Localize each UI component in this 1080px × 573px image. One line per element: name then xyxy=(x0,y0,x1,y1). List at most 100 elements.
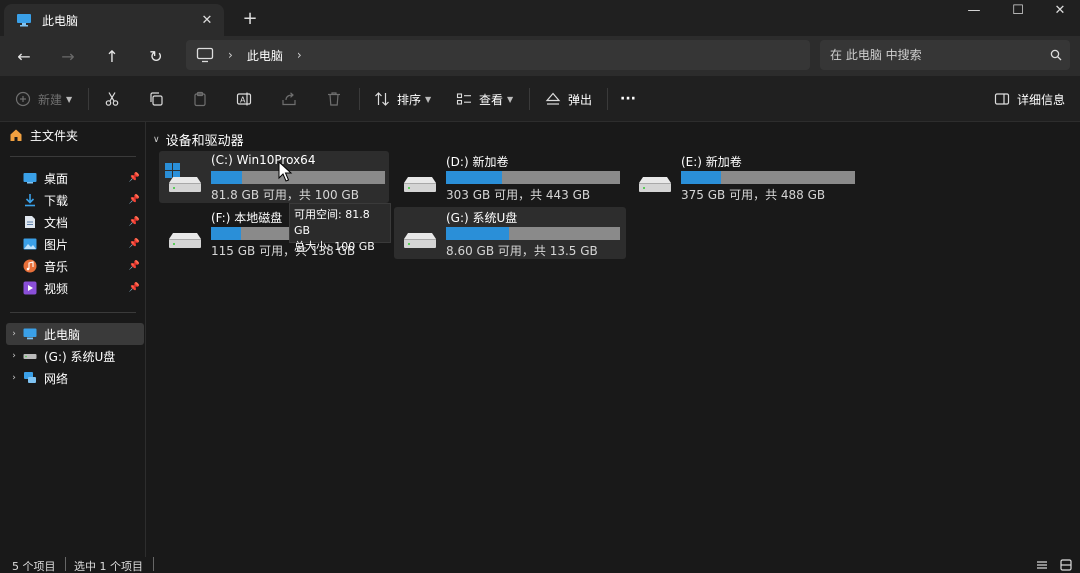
document-icon xyxy=(22,215,38,229)
sidebar-item-network[interactable]: › 网络 xyxy=(6,367,144,389)
drive-e[interactable]: (E:) 新加卷 375 GB 可用，共 488 GB xyxy=(629,151,859,203)
share-button[interactable] xyxy=(280,86,304,112)
search-input[interactable] xyxy=(830,48,1042,62)
view-button[interactable]: 查看 ▼ xyxy=(455,86,513,112)
navigation-pane: 主文件夹 桌面 📌 下载 📌 文档 📌 图片 📌 音乐 📌 视频 📌 › 此电脑… xyxy=(0,122,146,557)
windows-drive-icon xyxy=(165,163,205,192)
plus-circle-icon xyxy=(14,90,32,108)
chevron-down-icon: ▼ xyxy=(507,94,514,104)
videos-icon xyxy=(22,281,38,295)
sidebar-divider xyxy=(10,312,136,313)
drive-usage-fill xyxy=(681,171,722,184)
pin-icon[interactable]: 📌 xyxy=(129,195,140,205)
monitor-icon xyxy=(196,47,214,63)
sort-label: 排序 xyxy=(397,92,422,107)
tab-title: 此电脑 xyxy=(42,13,79,28)
sidebar-item-home[interactable]: 主文件夹 xyxy=(6,124,144,146)
sidebar-item-music[interactable]: 音乐 📌 xyxy=(6,255,144,277)
chevron-down-icon[interactable]: ∨ xyxy=(153,135,160,145)
drive-g[interactable]: (G:) 系统U盘 8.60 GB 可用，共 13.5 GB xyxy=(394,207,626,259)
sidebar-item-label: 音乐 xyxy=(44,259,69,274)
pin-icon[interactable]: 📌 xyxy=(129,173,140,183)
back-button[interactable]: ← xyxy=(10,42,38,70)
rename-button[interactable]: A xyxy=(235,86,259,112)
pin-icon[interactable]: 📌 xyxy=(129,261,140,271)
sidebar-item-label: 视频 xyxy=(44,281,69,296)
sidebar-item-desktop[interactable]: 桌面 📌 xyxy=(6,167,144,189)
toolbar-divider xyxy=(607,88,608,110)
download-icon xyxy=(22,193,38,207)
drive-name: (F:) 本地磁盘 xyxy=(211,211,283,225)
status-divider xyxy=(65,557,66,571)
network-icon xyxy=(22,371,38,385)
cut-button[interactable] xyxy=(103,86,127,112)
drive-name: (E:) 新加卷 xyxy=(681,155,742,169)
refresh-button[interactable]: ↻ xyxy=(142,42,170,70)
selection-count: 选中 1 个项目 xyxy=(74,560,143,573)
drive-usage-bar xyxy=(681,171,855,184)
pin-icon[interactable]: 📌 xyxy=(129,239,140,249)
up-button[interactable]: ↑ xyxy=(98,42,126,70)
minimize-button[interactable]: — xyxy=(952,0,996,20)
chevron-right-icon[interactable]: › xyxy=(6,329,22,339)
hard-drive-icon xyxy=(635,163,675,192)
content-pane: ∨ 设备和驱动器 (C:) Win10Prox64 81.8 GB 可用，共 1… xyxy=(147,122,1080,557)
chevron-down-icon: ▼ xyxy=(425,94,432,104)
details-label: 详细信息 xyxy=(1017,92,1066,107)
search-box[interactable] xyxy=(820,40,1070,70)
sidebar-item-documents[interactable]: 文档 📌 xyxy=(6,211,144,233)
sidebar-item-downloads[interactable]: 下载 📌 xyxy=(6,189,144,211)
sort-button[interactable]: 排序 ▼ xyxy=(373,86,431,112)
sidebar-item-label: 此电脑 xyxy=(44,327,81,342)
usb-drive-icon xyxy=(22,349,38,363)
pc-icon xyxy=(16,13,32,27)
address-bar[interactable]: › 此电脑 › xyxy=(186,40,810,70)
new-button[interactable]: 新建 ▼ xyxy=(14,86,72,112)
chevron-right-icon[interactable]: › xyxy=(6,351,22,361)
delete-button[interactable] xyxy=(325,86,349,112)
sidebar-item-label: 文档 xyxy=(44,215,69,230)
drive-name: (G:) 系统U盘 xyxy=(446,211,518,225)
copy-button[interactable] xyxy=(147,86,171,112)
status-bar: 5 个项目 选中 1 个项目 xyxy=(0,557,1080,573)
tiles-view-icon[interactable] xyxy=(1058,557,1074,573)
new-tab-button[interactable]: + xyxy=(238,6,262,30)
tab-close-button[interactable]: ✕ xyxy=(196,9,218,31)
toolbar-divider xyxy=(359,88,360,110)
toolbar-divider xyxy=(88,88,89,110)
drive-space-info: 303 GB 可用，共 443 GB xyxy=(446,188,591,202)
sidebar-item-videos[interactable]: 视频 📌 xyxy=(6,277,144,299)
pin-icon[interactable]: 📌 xyxy=(129,217,140,227)
details-pane-button[interactable]: 详细信息 xyxy=(993,86,1065,112)
eject-button[interactable]: 弹出 xyxy=(544,86,592,112)
clipboard-icon xyxy=(191,90,209,108)
rename-icon: A xyxy=(235,90,253,108)
details-view-icon[interactable] xyxy=(1034,557,1050,573)
breadcrumb-separator[interactable]: › xyxy=(297,48,302,62)
paste-button[interactable] xyxy=(191,86,215,112)
close-window-button[interactable]: ✕ xyxy=(1038,0,1080,20)
maximize-button[interactable]: ☐ xyxy=(996,0,1040,20)
breadcrumb-this-pc[interactable]: 此电脑 xyxy=(247,47,283,64)
drive-c[interactable]: (C:) Win10Prox64 81.8 GB 可用，共 100 GB xyxy=(159,151,389,203)
forward-button[interactable]: → xyxy=(54,42,82,70)
tab-this-pc[interactable]: 此电脑 ✕ xyxy=(4,4,224,36)
search-icon[interactable] xyxy=(1042,49,1070,61)
sidebar-item-usb-drive[interactable]: › (G:) 系统U盘 xyxy=(6,345,144,367)
drive-d[interactable]: (D:) 新加卷 303 GB 可用，共 443 GB xyxy=(394,151,624,203)
chevron-right-icon[interactable]: › xyxy=(6,373,22,383)
drive-name: (D:) 新加卷 xyxy=(446,155,509,169)
svg-text:A: A xyxy=(240,96,246,105)
group-header-devices[interactable]: ∨ 设备和驱动器 xyxy=(153,130,244,149)
details-pane-icon xyxy=(993,90,1011,108)
chevron-down-icon: ▼ xyxy=(66,94,73,104)
tooltip-total-size: 总大小: 100 GB xyxy=(294,240,375,253)
sidebar-item-this-pc[interactable]: › 此电脑 xyxy=(6,323,144,345)
drive-usage-fill xyxy=(446,227,509,240)
more-options-button[interactable]: ··· xyxy=(620,86,636,112)
sort-icon xyxy=(373,90,391,108)
pin-icon[interactable]: 📌 xyxy=(129,283,140,293)
sidebar-item-pictures[interactable]: 图片 📌 xyxy=(6,233,144,255)
breadcrumb-separator[interactable]: › xyxy=(228,48,233,62)
navigation-bar: ← → ↑ ↻ › 此电脑 › xyxy=(0,36,1080,76)
